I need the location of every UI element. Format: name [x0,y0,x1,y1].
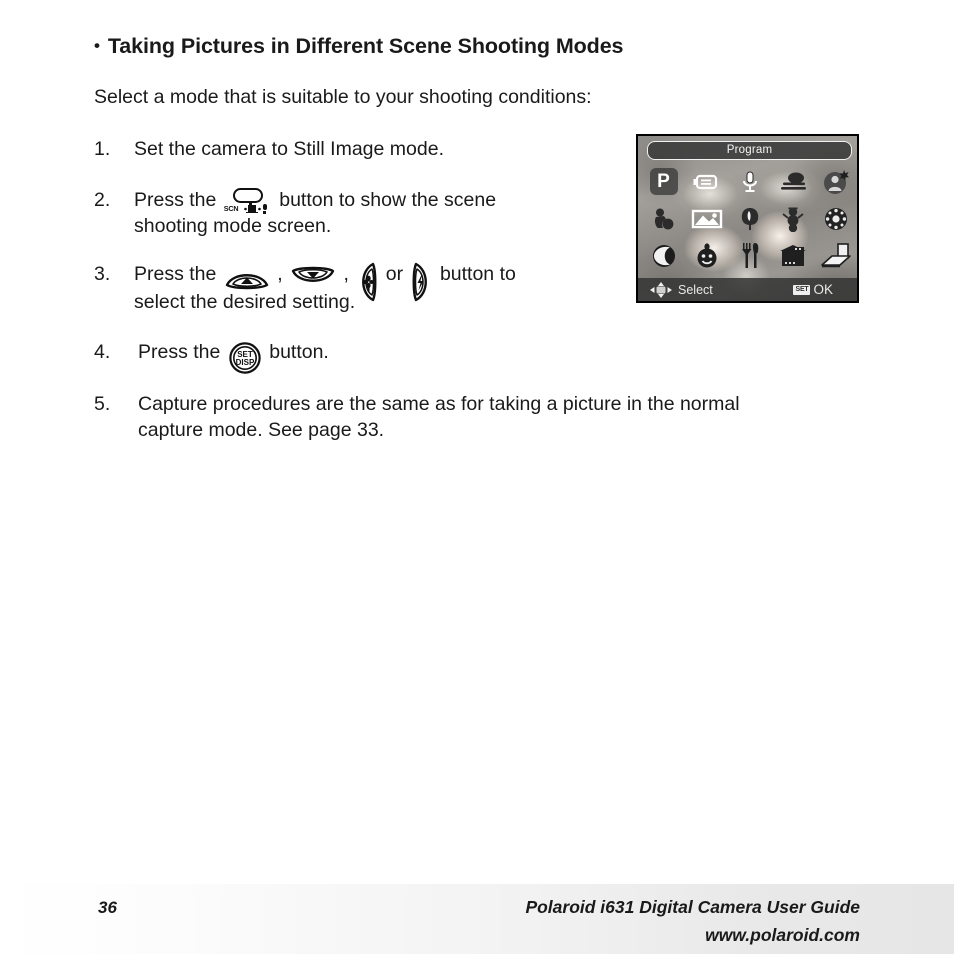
scn-mode-button-icon: SCN [224,188,272,222]
step-number: 4. [94,340,111,363]
step-number: 1. [94,138,111,160]
list-item: 4. Press the SET DISP button. [94,339,884,374]
flash-right-button-icon [411,262,433,302]
page-title: • Taking Pictures in Different Scene Shoo… [94,34,624,59]
scene-mode-movie[interactable] [687,164,727,200]
step-text-pre: Press the [134,189,217,211]
lcd-title-bar: Program [647,141,852,160]
step-text-line2: capture mode. See page 33. [138,418,385,441]
step-text-or: or [385,263,404,286]
scene-mode-landscape[interactable] [687,201,727,237]
step-number: 2. [94,189,111,211]
scene-mode-building[interactable] [773,238,813,274]
sports-mode-icon [654,208,673,230]
dpad-direction-icon [650,281,672,298]
scene-mode-text[interactable] [816,238,856,274]
page-title-text: Taking Pictures in Different Scene Shoot… [107,34,624,58]
scene-mode-voice[interactable] [730,164,770,200]
snow-mode-icon [781,207,804,232]
step-separator-1: , [277,263,283,286]
lcd-ok-label: OK [813,282,833,297]
scene-mode-sports[interactable] [644,201,684,237]
food-mode-icon [741,243,758,269]
building-mode-icon [779,245,806,267]
movie-camera-glyph [245,202,258,214]
up-arrow-button-icon [224,266,270,290]
macro-left-button-icon [356,262,378,302]
step-number: 5. [94,392,111,415]
footer-url: www.polaroid.com [705,925,860,945]
scn-pill-shape [232,188,263,204]
document-page: • Taking Pictures in Different Scene Shoo… [0,0,954,954]
step-text-pre: Press the [134,263,217,286]
step-separator-2: , [343,263,349,286]
step-text-post: button to show the scene [279,189,497,211]
voice-record-mode-icon [742,171,757,192]
movie-mode-icon [693,174,717,189]
page-number: 36 [98,898,117,917]
step-text: Capture procedures are the same as for t… [138,392,740,415]
lcd-status-bar: Select SET OK [638,278,857,301]
scene-mode-program[interactable]: P [649,168,678,196]
night-scene-mode-icon [652,245,675,268]
page-footer: 36 Polaroid i631 Digital Camera User Gui… [0,884,954,954]
step-number: 3. [94,263,111,286]
microphone-glyph [262,203,267,214]
portrait-mode-icon [823,169,849,194]
scene-mode-fireworks[interactable] [816,201,856,237]
intro-paragraph: Select a mode that is suitable to your s… [94,86,592,108]
scene-mode-portrait[interactable] [816,164,856,200]
svg-text:DISP: DISP [235,358,254,367]
step-line: Press the SET DISP button. [138,339,884,374]
landscape-mode-icon [691,209,722,229]
down-arrow-button-icon [290,266,336,290]
step-text-post: button to [439,263,516,286]
scene-mode-children[interactable] [687,238,727,274]
scene-mode-panorama[interactable] [773,164,813,200]
sunset-mode-icon [741,207,758,230]
camera-lcd-screenshot: Program P Select SET OK [636,134,859,303]
scene-mode-snow[interactable] [773,201,813,237]
children-mode-icon [697,243,716,268]
scene-mode-sunset[interactable] [730,201,770,237]
text-mode-icon [820,243,851,268]
set-disp-button-icon: SET DISP [229,341,261,374]
step-text-post: button. [269,340,329,363]
program-mode-icon: P [657,171,670,193]
bullet-glyph: • [94,36,100,55]
lcd-select-label: Select [678,282,713,297]
set-badge: SET [793,284,811,295]
list-item: 5. Capture procedures are the same as fo… [94,391,884,443]
guide-title: Polaroid i631 Digital Camera User Guide [525,897,860,917]
panorama-mode-icon [780,172,806,190]
fireworks-mode-icon [824,207,847,230]
lcd-status-select: Select [650,281,713,298]
step-text-pre: Press the [138,340,221,363]
lcd-status-ok: SET OK [793,282,833,297]
scene-mode-food[interactable] [730,238,770,274]
scene-mode-grid: P [642,163,857,275]
scene-mode-night[interactable] [644,238,684,274]
